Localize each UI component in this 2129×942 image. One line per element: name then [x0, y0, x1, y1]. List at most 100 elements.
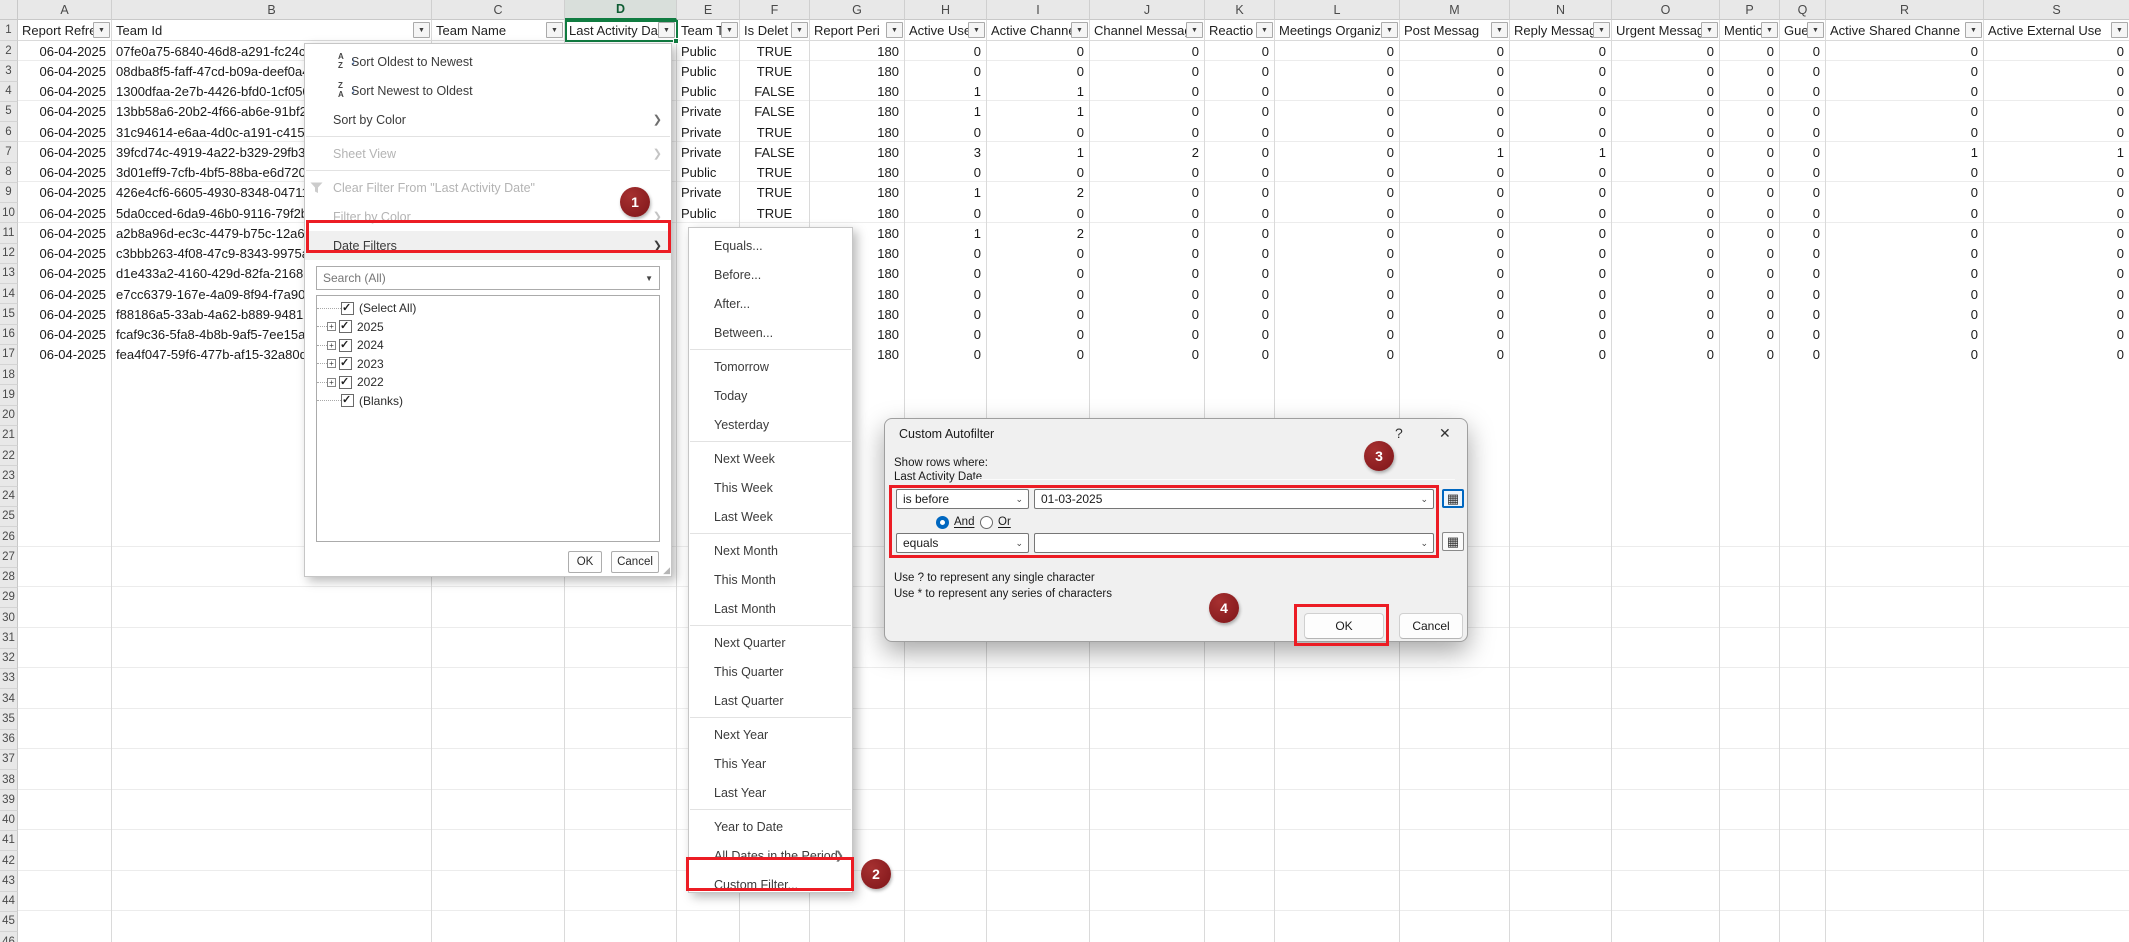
cell-R16[interactable]: 0	[1826, 325, 1983, 345]
cell-O15[interactable]: 0	[1612, 304, 1719, 324]
cell-A6[interactable]: 06-04-2025	[18, 122, 111, 142]
cell-R2[interactable]: 0	[1826, 41, 1983, 61]
cell-G7[interactable]: 180	[810, 142, 904, 162]
cell-L3[interactable]: 0	[1275, 61, 1399, 81]
or-radio-label[interactable]: Or	[998, 516, 1011, 528]
cell-O13[interactable]: 0	[1612, 264, 1719, 284]
cell-E9[interactable]: Private	[677, 183, 739, 203]
cell-K16[interactable]: 0	[1205, 325, 1274, 345]
row-header-11[interactable]: 11	[0, 223, 18, 243]
submenu-item-last-year[interactable]: Last Year	[689, 778, 852, 807]
cell-Q4[interactable]: 0	[1780, 82, 1825, 102]
cell-G6[interactable]: 180	[810, 122, 904, 142]
expand-icon[interactable]: +	[327, 359, 336, 368]
filter-value-item[interactable]: +2024	[317, 336, 659, 355]
filter-button-J[interactable]: ▼	[1186, 22, 1203, 38]
expand-icon[interactable]: +	[327, 322, 336, 331]
cell-J12[interactable]: 0	[1090, 244, 1204, 264]
cell-H17[interactable]: 0	[905, 345, 986, 365]
cell-M13[interactable]: 0	[1400, 264, 1509, 284]
cell-L4[interactable]: 0	[1275, 82, 1399, 102]
submenu-item-this-year[interactable]: This Year	[689, 749, 852, 778]
cell-N13[interactable]: 0	[1510, 264, 1611, 284]
cell-K10[interactable]: 0	[1205, 203, 1274, 223]
cell-R8[interactable]: 0	[1826, 163, 1983, 183]
cell-E4[interactable]: Public	[677, 82, 739, 102]
filter-search-input[interactable]: Search (All) ▼	[316, 266, 660, 290]
filter-button-D[interactable]: ▼	[658, 22, 675, 38]
submenu-item-today[interactable]: Today	[689, 381, 852, 410]
cell-R12[interactable]: 0	[1826, 244, 1983, 264]
cell-M4[interactable]: 0	[1400, 82, 1509, 102]
cell-F7[interactable]: FALSE	[740, 142, 809, 162]
row-header-31[interactable]: 31	[0, 628, 18, 648]
cell-P8[interactable]: 0	[1720, 163, 1779, 183]
row-header-4[interactable]: 4	[0, 82, 18, 102]
cell-R9[interactable]: 0	[1826, 183, 1983, 203]
cell-K5[interactable]: 0	[1205, 102, 1274, 122]
cell-O16[interactable]: 0	[1612, 325, 1719, 345]
cell-S9[interactable]: 0	[1984, 183, 2129, 203]
cell-Q16[interactable]: 0	[1780, 325, 1825, 345]
submenu-item-this-week[interactable]: This Week	[689, 473, 852, 502]
cell-J6[interactable]: 0	[1090, 122, 1204, 142]
expand-icon[interactable]: +	[327, 378, 336, 387]
filter-button-S[interactable]: ▼	[2111, 22, 2128, 38]
filter-button-B[interactable]: ▼	[413, 22, 430, 38]
row-header-27[interactable]: 27	[0, 547, 18, 567]
cell-N8[interactable]: 0	[1510, 163, 1611, 183]
cell-Q2[interactable]: 0	[1780, 41, 1825, 61]
cell-A11[interactable]: 06-04-2025	[18, 223, 111, 243]
cell-S8[interactable]: 0	[1984, 163, 2129, 183]
cell-J14[interactable]: 0	[1090, 284, 1204, 304]
checkbox-icon-checked[interactable]	[339, 376, 352, 389]
cell-M9[interactable]: 0	[1400, 183, 1509, 203]
cell-O8[interactable]: 0	[1612, 163, 1719, 183]
cell-S6[interactable]: 0	[1984, 122, 2129, 142]
cell-S2[interactable]: 0	[1984, 41, 2129, 61]
cell-M14[interactable]: 0	[1400, 284, 1509, 304]
cell-F8[interactable]: TRUE	[740, 163, 809, 183]
submenu-item-next-week[interactable]: Next Week	[689, 444, 852, 473]
cell-O14[interactable]: 0	[1612, 284, 1719, 304]
cell-F9[interactable]: TRUE	[740, 183, 809, 203]
cell-N11[interactable]: 0	[1510, 223, 1611, 243]
cell-O9[interactable]: 0	[1612, 183, 1719, 203]
cell-K8[interactable]: 0	[1205, 163, 1274, 183]
cell-M2[interactable]: 0	[1400, 41, 1509, 61]
cell-F10[interactable]: TRUE	[740, 203, 809, 223]
cell-K3[interactable]: 0	[1205, 61, 1274, 81]
filter-value-item[interactable]: +2023	[317, 355, 659, 374]
cell-H14[interactable]: 0	[905, 284, 986, 304]
filter-button-I[interactable]: ▼	[1071, 22, 1088, 38]
cell-O11[interactable]: 0	[1612, 223, 1719, 243]
row-header-39[interactable]: 39	[0, 790, 18, 810]
cell-K9[interactable]: 0	[1205, 183, 1274, 203]
cell-L8[interactable]: 0	[1275, 163, 1399, 183]
filter-button-F[interactable]: ▼	[791, 22, 808, 38]
submenu-item-custom-filter[interactable]: Custom Filter...	[689, 870, 852, 899]
column-header-P[interactable]: P	[1720, 0, 1780, 20]
cell-A13[interactable]: 06-04-2025	[18, 264, 111, 284]
cell-M17[interactable]: 0	[1400, 345, 1509, 365]
cell-A3[interactable]: 06-04-2025	[18, 61, 111, 81]
cell-O3[interactable]: 0	[1612, 61, 1719, 81]
cell-H15[interactable]: 0	[905, 304, 986, 324]
operator1-dropdown[interactable]: is before ⌄	[896, 489, 1029, 509]
cell-Q3[interactable]: 0	[1780, 61, 1825, 81]
cell-G3[interactable]: 180	[810, 61, 904, 81]
cell-S11[interactable]: 0	[1984, 223, 2129, 243]
row-header-19[interactable]: 19	[0, 385, 18, 405]
row-header-35[interactable]: 35	[0, 709, 18, 729]
cell-K6[interactable]: 0	[1205, 122, 1274, 142]
column-header-G[interactable]: G	[810, 0, 905, 20]
cell-N4[interactable]: 0	[1510, 82, 1611, 102]
cell-I15[interactable]: 0	[987, 304, 1089, 324]
column-header-S[interactable]: S	[1984, 0, 2129, 20]
menu-item-sort-by-color[interactable]: Sort by Color ❯	[305, 105, 671, 134]
cell-Q15[interactable]: 0	[1780, 304, 1825, 324]
cell-A5[interactable]: 06-04-2025	[18, 102, 111, 122]
submenu-item-last-quarter[interactable]: Last Quarter	[689, 686, 852, 715]
cell-J7[interactable]: 2	[1090, 142, 1204, 162]
cell-L7[interactable]: 0	[1275, 142, 1399, 162]
